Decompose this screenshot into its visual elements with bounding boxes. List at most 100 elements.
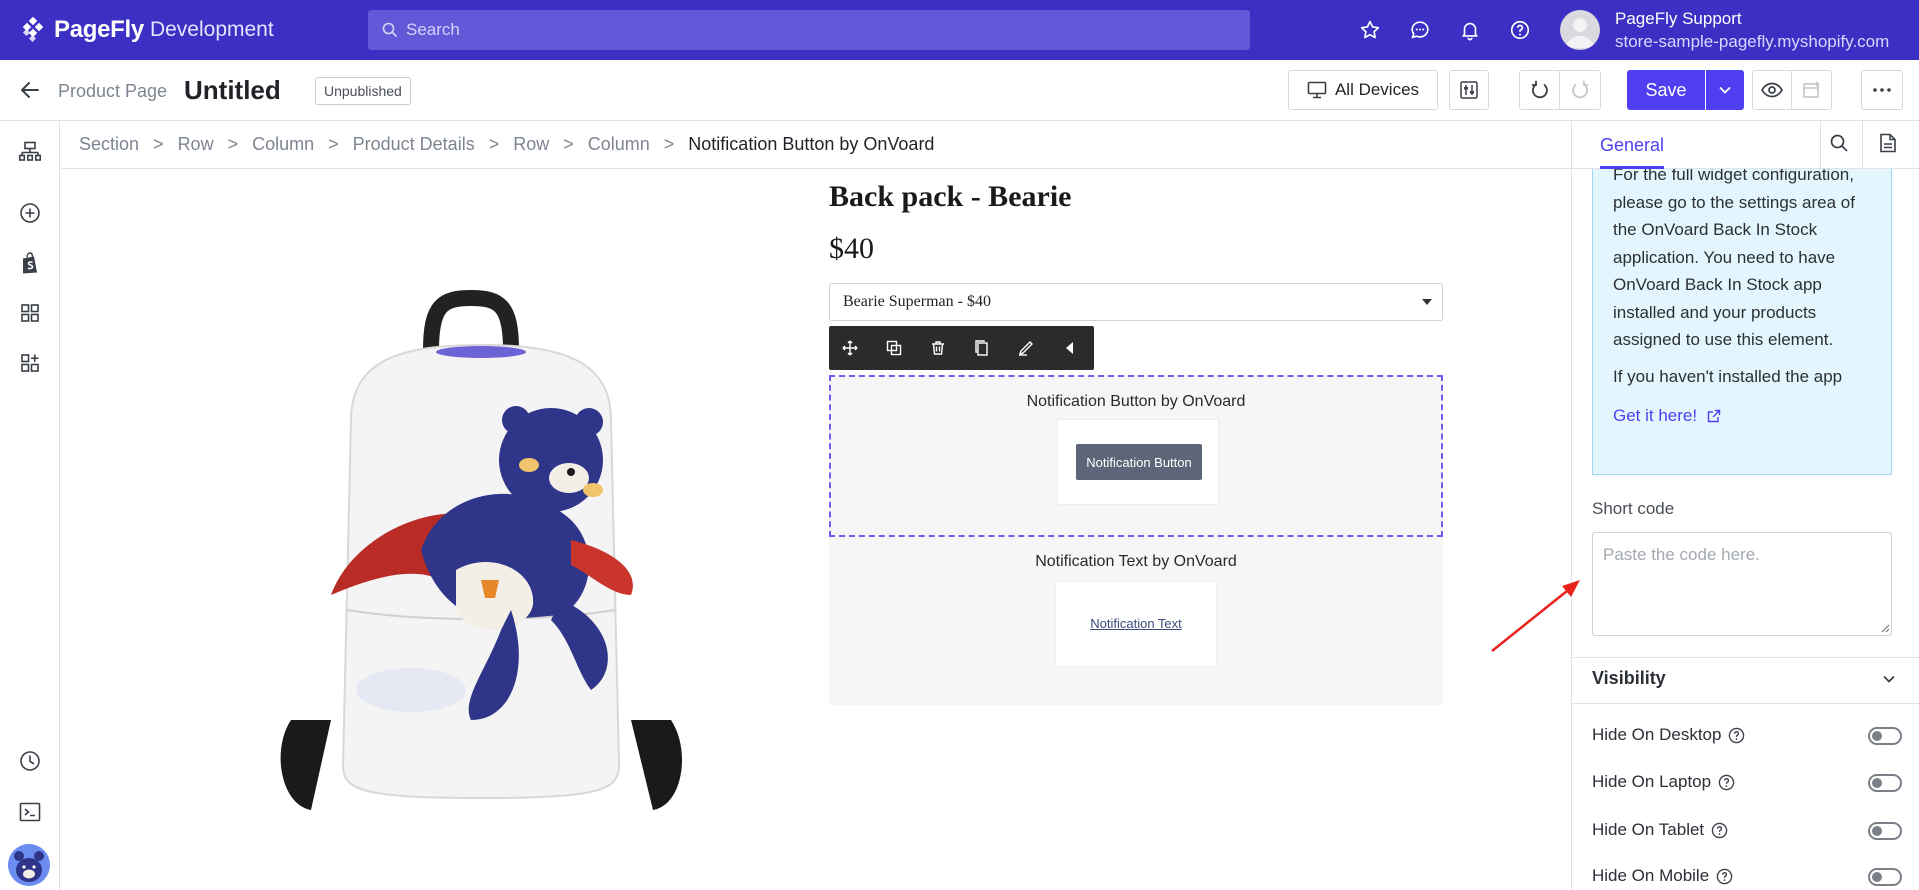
templates-grid-icon[interactable] (18, 301, 42, 325)
notification-button-title: Notification Button by OnVoard (1026, 393, 1246, 410)
breadcrumb-current: Notification Button by OnVoard (688, 134, 935, 154)
layers-icon[interactable] (18, 140, 42, 164)
get-app-link[interactable]: Get it here! (1613, 406, 1871, 426)
add-apps-icon[interactable] (18, 351, 42, 375)
page-type: Product Page (58, 81, 168, 101)
info-description: For the full widget configuration, pleas… (1613, 169, 1855, 349)
code-terminal-icon[interactable] (18, 800, 42, 824)
breadcrumb-item[interactable]: Product Details (353, 134, 475, 155)
tab-divider (1820, 121, 1821, 169)
help-icon[interactable] (1711, 822, 1728, 839)
short-code-input[interactable] (1592, 532, 1892, 636)
chevron-right-icon: > (663, 134, 675, 154)
visibility-section-title[interactable]: Visibility (1592, 668, 1666, 689)
device-selector-button[interactable]: All Devices (1288, 70, 1438, 110)
pagefly-logo[interactable]: PageFly Development (20, 16, 274, 44)
paint-style-icon[interactable] (1015, 337, 1037, 359)
user-name[interactable]: PageFly Support (1615, 9, 1742, 29)
more-options-button[interactable] (1861, 70, 1903, 110)
breadcrumb-item[interactable]: Column (252, 134, 314, 155)
notification-button[interactable]: Notification Button (1076, 444, 1202, 480)
notification-text-link[interactable]: Notification Text (1056, 616, 1216, 631)
hide-on-laptop-toggle[interactable] (1868, 774, 1902, 792)
visibility-label: Hide On Tablet (1592, 820, 1705, 839)
product-image[interactable] (271, 250, 691, 810)
editor-canvas[interactable]: Back pack - Bearie $40 Bearie Superman -… (61, 170, 1571, 890)
user-store-domain[interactable]: store-sample-pagefly.myshopify.com (1615, 32, 1889, 52)
notification-text-card: Notification Text (1055, 581, 1217, 667)
info-install-hint: If you haven't installed the app (1613, 366, 1843, 386)
more-icon (1873, 88, 1891, 92)
divider (1572, 657, 1919, 658)
chevron-right-icon: > (328, 134, 339, 154)
help-icon[interactable] (1718, 774, 1735, 791)
add-element-icon[interactable] (18, 201, 42, 225)
hide-on-mobile-toggle[interactable] (1868, 868, 1902, 886)
help-icon[interactable] (1728, 727, 1745, 744)
status-badge: Unpublished (315, 77, 411, 105)
user-avatar[interactable] (1560, 10, 1600, 50)
document-icon[interactable] (1879, 133, 1903, 157)
element-toolbar (829, 326, 1094, 370)
copy-icon[interactable] (971, 337, 993, 359)
resize-grip-icon[interactable] (1880, 623, 1890, 633)
left-sidebar (0, 121, 60, 890)
help-icon[interactable] (1716, 868, 1733, 885)
chevron-right-icon: > (563, 134, 574, 154)
onvoard-widgets-container: Notification Button by OnVoard Notificat… (829, 375, 1443, 705)
history-clock-icon[interactable] (18, 749, 42, 773)
breadcrumb-item[interactable]: Column (588, 134, 650, 155)
delete-icon[interactable] (927, 337, 949, 359)
notification-text-title: Notification Text by OnVoard (1035, 553, 1237, 570)
caret-down-icon (1422, 299, 1432, 305)
preview-buttons (1752, 70, 1832, 110)
page-toolbar: Product Page Untitled Unpublished All De… (0, 60, 1919, 121)
sliders-icon (1460, 81, 1478, 99)
global-search[interactable] (368, 10, 1250, 50)
monitor-icon (1307, 81, 1327, 99)
history-buttons (1519, 70, 1601, 110)
variant-select[interactable]: Bearie Superman - $40 (829, 283, 1443, 321)
chat-icon[interactable] (1408, 18, 1432, 42)
page-title[interactable]: Untitled (184, 75, 281, 106)
eye-icon[interactable] (1753, 71, 1793, 109)
visibility-row-desktop: Hide On Desktop (1592, 721, 1902, 749)
back-arrow-icon[interactable] (18, 78, 42, 102)
breadcrumb-item[interactable]: Row (178, 134, 214, 155)
product-price[interactable]: $40 (829, 232, 874, 266)
chevron-right-icon: > (227, 134, 239, 154)
visibility-row-mobile: Hide On Mobile (1592, 862, 1902, 890)
external-link-icon (1707, 409, 1721, 422)
duplicate-icon[interactable] (883, 337, 905, 359)
search-input[interactable] (406, 20, 1226, 40)
help-icon[interactable] (1508, 18, 1532, 42)
tab-general[interactable]: General (1600, 135, 1664, 156)
hide-on-tablet-toggle[interactable] (1868, 822, 1902, 840)
visibility-label: Hide On Mobile (1592, 866, 1710, 885)
star-icon[interactable] (1358, 18, 1382, 42)
visibility-label: Hide On Desktop (1592, 725, 1722, 744)
search-icon[interactable] (1829, 133, 1853, 157)
publish-icon[interactable] (1792, 71, 1831, 109)
breadcrumb: Section > Row > Column > Product Details > R… (61, 121, 1571, 169)
shopify-icon[interactable] (18, 251, 42, 275)
divider (1572, 703, 1919, 704)
collapse-left-icon[interactable] (1059, 337, 1081, 359)
inspector-tabs: General (1572, 121, 1919, 169)
hide-on-desktop-toggle[interactable] (1868, 727, 1902, 745)
mascot-avatar[interactable] (8, 844, 50, 886)
breadcrumb-item[interactable]: Row (513, 134, 549, 155)
notification-button-element[interactable]: Notification Button by OnVoard Notificat… (829, 375, 1443, 537)
device-selector-label: All Devices (1334, 80, 1420, 99)
product-title[interactable]: Back pack - Bearie (829, 180, 1071, 214)
brand-name: PageFly (54, 16, 144, 43)
redo-icon[interactable] (1560, 71, 1600, 109)
chevron-down-icon[interactable] (1879, 669, 1899, 689)
undo-icon[interactable] (1520, 71, 1560, 109)
save-button[interactable]: Save (1627, 70, 1705, 110)
breadcrumb-item[interactable]: Section (79, 134, 139, 155)
bell-icon[interactable] (1458, 18, 1482, 42)
save-options-button[interactable] (1706, 70, 1744, 110)
page-settings-button[interactable] (1449, 70, 1489, 110)
move-icon[interactable] (839, 337, 861, 359)
